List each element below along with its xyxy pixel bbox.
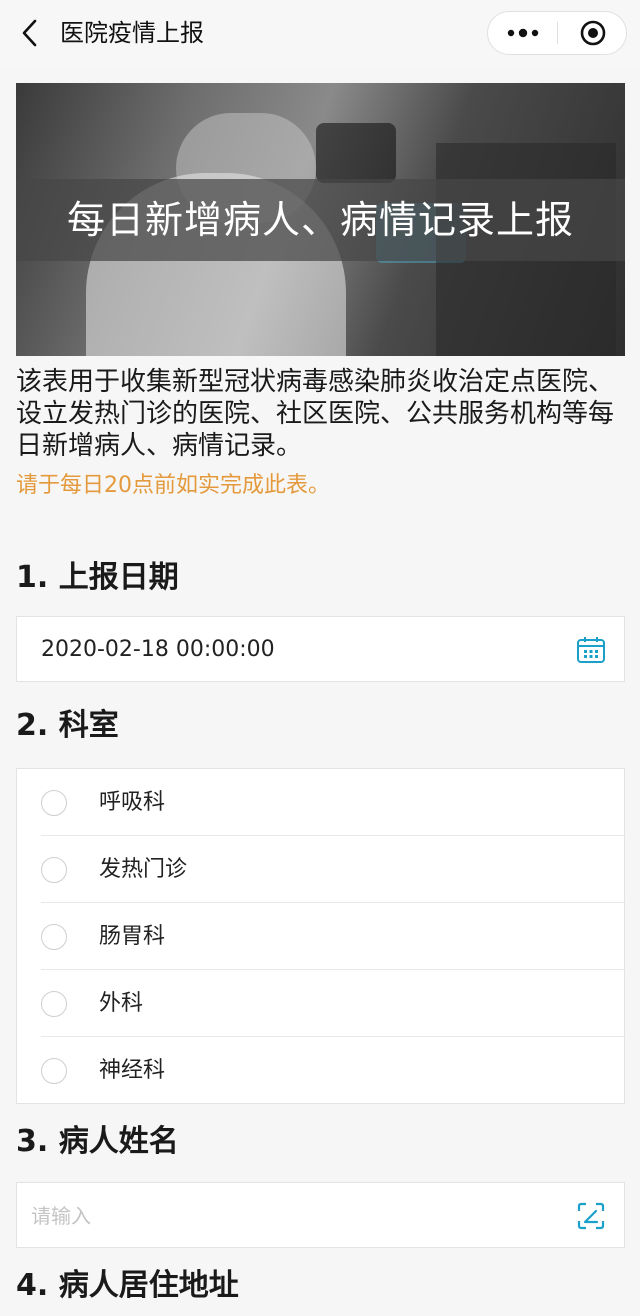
department-option[interactable]: 外科 xyxy=(41,970,625,1037)
option-label: 发热门诊 xyxy=(99,857,188,882)
mini-program-capsule xyxy=(487,11,627,55)
radio-button[interactable] xyxy=(41,991,67,1017)
question-title-department: 2. 科室 xyxy=(16,708,119,743)
department-option[interactable]: 神经科 xyxy=(41,1037,625,1104)
radio-button[interactable] xyxy=(41,857,67,883)
question-title-patient-address: 4. 病人居住地址 xyxy=(16,1268,239,1303)
department-option[interactable]: 呼吸科 xyxy=(41,769,625,836)
scan-input-icon[interactable] xyxy=(576,1201,606,1231)
chevron-left-icon xyxy=(22,19,37,47)
banner-title: 每日新增病人、病情记录上报 xyxy=(66,198,574,242)
target-close-icon xyxy=(580,20,606,46)
form-notice: 请于每日20点前如实完成此表。 xyxy=(16,473,330,498)
report-date-field[interactable]: 2020-02-18 00:00:00 xyxy=(16,616,625,682)
department-options: 呼吸科 发热门诊 肠胃科 外科 神经科 xyxy=(16,768,625,1104)
calendar-icon[interactable] xyxy=(576,635,606,665)
department-option[interactable]: 发热门诊 xyxy=(41,836,625,903)
option-label: 呼吸科 xyxy=(99,790,166,815)
page-title: 医院疫情上报 xyxy=(60,19,204,47)
back-button[interactable] xyxy=(14,16,46,50)
report-date-value: 2020-02-18 00:00:00 xyxy=(41,637,275,662)
more-dots-icon xyxy=(507,28,539,38)
option-label: 肠胃科 xyxy=(99,924,166,949)
department-option[interactable]: 肠胃科 xyxy=(41,903,625,970)
patient-name-placeholder: 请输入 xyxy=(31,1204,91,1228)
more-button[interactable] xyxy=(488,12,558,54)
radio-button[interactable] xyxy=(41,790,67,816)
option-label: 神经科 xyxy=(99,1058,166,1083)
form-description: 该表用于收集新型冠状病毒感染肺炎收治定点医院、设立发热门诊的医院、社区医院、公共… xyxy=(16,367,615,461)
top-nav-bar: 医院疫情上报 xyxy=(0,0,640,66)
radio-button[interactable] xyxy=(41,924,67,950)
patient-name-input[interactable]: 请输入 xyxy=(16,1182,625,1248)
question-title-report-date: 1. 上报日期 xyxy=(16,560,179,595)
option-label: 外科 xyxy=(99,991,144,1016)
banner-image: 每日新增病人、病情记录上报 xyxy=(16,83,625,356)
radio-button[interactable] xyxy=(41,1058,67,1084)
close-button[interactable] xyxy=(558,12,628,54)
question-title-patient-name: 3. 病人姓名 xyxy=(16,1124,179,1159)
